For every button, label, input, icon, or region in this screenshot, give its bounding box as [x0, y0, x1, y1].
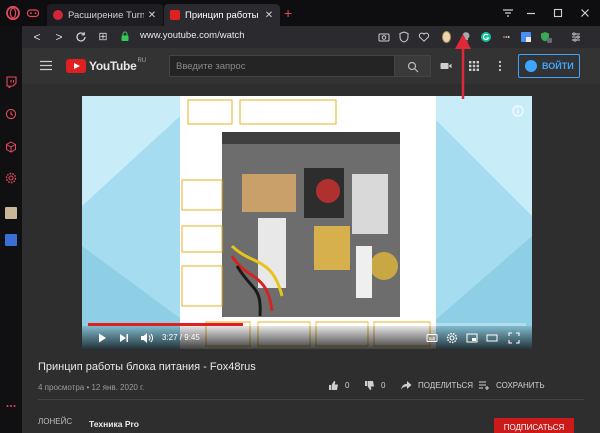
- video-frame-psu-image: [82, 96, 532, 349]
- game-controller-icon[interactable]: [26, 6, 40, 20]
- url-text[interactable]: www.youtube.com/watch: [140, 30, 245, 41]
- dislike-button[interactable]: 0: [364, 380, 385, 391]
- thumbs-up-icon: [329, 381, 338, 390]
- share-button[interactable]: ПОДЕЛИТЬСЯ: [400, 380, 473, 391]
- reload-icon[interactable]: [74, 30, 88, 44]
- speed-dial-grid-icon[interactable]: ⊞: [96, 30, 110, 44]
- volume-icon[interactable]: [140, 332, 154, 344]
- close-window-icon[interactable]: [577, 5, 593, 21]
- extension-tile-icon[interactable]: [5, 207, 17, 219]
- lock-icon: [121, 31, 129, 41]
- youtube-play-logo-icon: [66, 59, 86, 73]
- opera-sidebar: [0, 26, 22, 433]
- progress-bar[interactable]: [88, 323, 526, 326]
- more-dots-icon[interactable]: [5, 400, 17, 412]
- filter-icon[interactable]: [500, 5, 516, 21]
- save-button[interactable]: СОХРАНИТЬ: [478, 380, 545, 391]
- forward-button[interactable]: >: [52, 30, 66, 44]
- grammarly-icon[interactable]: [480, 31, 492, 43]
- miniplayer-icon[interactable]: [466, 332, 478, 344]
- search-icon: [407, 61, 419, 73]
- video-title: Принцип работы блока питания - Fox48rus: [38, 361, 256, 373]
- share-arrow-icon: [401, 381, 412, 390]
- account-avatar-icon: [525, 60, 537, 72]
- lastpass-dots-icon[interactable]: [500, 31, 512, 43]
- video-meta: 4 просмотра • 12 янв. 2020 г.: [38, 383, 145, 392]
- hamburger-menu-icon[interactable]: [40, 60, 52, 71]
- play-icon[interactable]: [96, 332, 108, 344]
- box-cube-icon[interactable]: [5, 141, 17, 153]
- fullscreen-icon[interactable]: [508, 332, 520, 344]
- close-tab-icon[interactable]: ✕: [264, 10, 274, 21]
- opera-favicon-icon: [53, 10, 63, 20]
- divider: [38, 399, 584, 400]
- tab-label: Принцип работы блока питания: [185, 9, 261, 21]
- adblock-shield-icon[interactable]: [398, 31, 410, 43]
- time-display: 3:27 / 9:45: [162, 333, 200, 342]
- search-input[interactable]: Введите запрос: [169, 55, 395, 77]
- more-vertical-icon[interactable]: [494, 60, 506, 72]
- tab-bar: Расширение Turn Off the Lights ✕ Принцип…: [0, 0, 600, 26]
- close-tab-icon[interactable]: ✕: [147, 10, 157, 21]
- youtube-header: YouTube RU Введите запрос ВОЙТИ: [22, 48, 600, 84]
- google-translate-icon[interactable]: [520, 31, 532, 43]
- next-icon[interactable]: [118, 332, 130, 344]
- maximize-icon[interactable]: [550, 5, 566, 21]
- vpn-shield-badge-icon[interactable]: [540, 31, 552, 43]
- subscribe-button[interactable]: ПОДПИСАТЬСЯ: [494, 418, 574, 433]
- channel-prefix: ЛОНЕЙС: [38, 417, 73, 426]
- camera-snapshot-icon[interactable]: [378, 31, 390, 43]
- like-button[interactable]: 0: [328, 380, 349, 391]
- heart-icon[interactable]: [418, 31, 430, 43]
- tab-youtube-video[interactable]: Принцип работы блока питания ✕: [164, 4, 280, 26]
- theater-mode-icon[interactable]: [486, 332, 498, 344]
- search-button[interactable]: [395, 55, 431, 77]
- annotation-arrow-icon: [455, 34, 471, 99]
- settings-icon[interactable]: [446, 332, 458, 344]
- extension-egg-icon[interactable]: [442, 31, 451, 43]
- page-content: YouTube RU Введите запрос ВОЙТИ 3:27 / 9…: [22, 48, 600, 433]
- history-clock-icon[interactable]: [5, 108, 17, 120]
- info-icon[interactable]: [512, 105, 524, 117]
- video-player[interactable]: 3:27 / 9:45: [82, 96, 532, 349]
- settings-gear-icon[interactable]: [5, 172, 17, 184]
- progress-fill: [88, 323, 244, 326]
- sign-in-button[interactable]: ВОЙТИ: [518, 54, 580, 78]
- subtitles-icon[interactable]: [426, 332, 438, 344]
- channel-name[interactable]: Техника Pro: [89, 419, 139, 429]
- browser-window: Расширение Turn Off the Lights ✕ Принцип…: [0, 0, 600, 433]
- tab-label: Расширение Turn Off the Lights: [68, 9, 144, 21]
- twitch-icon[interactable]: [5, 76, 17, 88]
- add-to-playlist-icon: [479, 381, 489, 390]
- back-button[interactable]: <: [30, 30, 44, 44]
- opera-logo-icon[interactable]: [6, 6, 20, 20]
- address-bar: < > ⊞ www.youtube.com/watch: [22, 26, 600, 48]
- create-video-icon[interactable]: [440, 60, 452, 72]
- tab-turn-off-lights[interactable]: Расширение Turn Off the Lights ✕: [47, 4, 163, 26]
- youtube-favicon-icon: [170, 10, 180, 20]
- translate-icon[interactable]: [5, 234, 17, 246]
- youtube-logo[interactable]: YouTube RU: [66, 58, 146, 74]
- easy-setup-icon[interactable]: [570, 31, 582, 43]
- thumbs-down-icon: [365, 381, 374, 390]
- minimize-icon[interactable]: [523, 5, 539, 21]
- new-tab-button[interactable]: +: [284, 6, 296, 20]
